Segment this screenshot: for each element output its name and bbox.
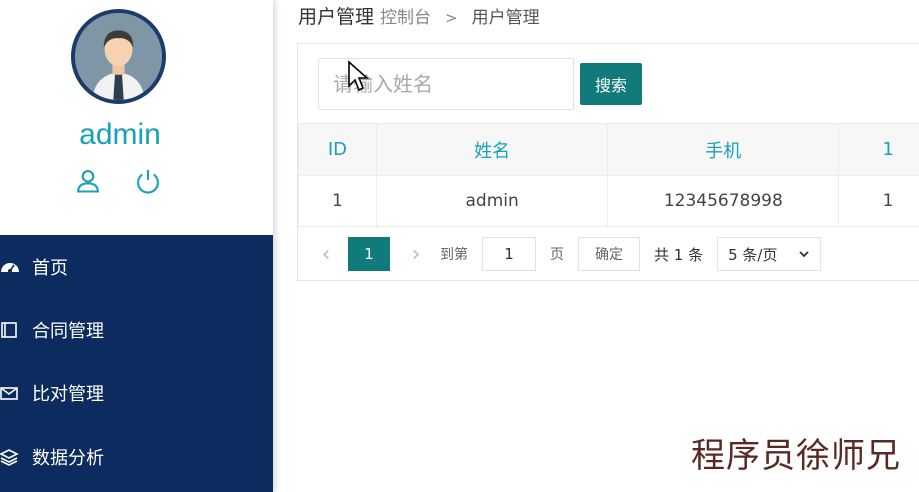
column-header-id[interactable]: ID [298,123,377,176]
avatar[interactable] [71,9,166,104]
main-content: 用户管理 控制台 > 用户管理 搜索 ID 姓名 手机 1 1 admin 12… [273,0,919,492]
mouse-cursor-icon [348,60,369,92]
goto-confirm-button[interactable]: 确定 [578,237,640,271]
next-page-button[interactable]: › [408,242,424,267]
page-size-select[interactable]: 5 条/页 [717,237,822,271]
sidebar-item-analytics[interactable]: 数据分析 [0,437,273,477]
power-icon[interactable] [134,167,162,195]
chevron-down-icon [799,251,809,258]
breadcrumb-current: 用户管理 [471,8,540,28]
page-size-value: 5 条/页 [728,245,778,264]
cell-name: admin [375,175,609,227]
sidebar-item-label: 比对管理 [32,384,104,405]
dashboard-icon [0,257,20,277]
breadcrumb-link-console[interactable]: 控制台 [380,3,431,28]
column-header-phone[interactable]: 手机 [607,123,840,176]
user-actions [74,167,164,197]
sidebar-item-label: 数据分析 [32,448,104,469]
column-header-more[interactable]: 1 [838,123,919,176]
cell-id: 1 [298,175,377,227]
goto-label: 到第 [440,247,468,263]
current-page-button[interactable]: 1 [348,237,390,271]
page-title: 用户管理 [298,6,375,28]
total-count: 共 1 条 [654,245,704,264]
sidebar: admin 首页 合同管理 比对管理 数据分析 [0,0,273,492]
sidebar-item-label: 首页 [32,258,68,279]
sidebar-menu: 首页 合同管理 比对管理 数据分析 [0,235,273,492]
table-header-row: ID 姓名 手机 1 [298,123,919,176]
user-icon[interactable] [74,167,102,195]
book-icon [0,320,20,340]
user-table: ID 姓名 手机 1 1 admin 12345678998 1 [298,123,919,227]
breadcrumb: 用户管理 控制台 > 用户管理 [298,2,540,30]
goto-page-input[interactable] [482,237,536,271]
layers-icon [0,447,20,467]
sidebar-item-label: 合同管理 [32,321,104,342]
sidebar-item-home[interactable]: 首页 [0,247,273,287]
prev-page-button[interactable]: ‹ [318,242,334,267]
search-button[interactable]: 搜索 [580,63,642,105]
username: admin [79,118,161,151]
cell-phone: 12345678998 [607,175,840,227]
table-row[interactable]: 1 admin 12345678998 1 [298,175,919,227]
breadcrumb-separator: > [445,9,458,27]
sidebar-item-compare[interactable]: 比对管理 [0,373,273,413]
user-panel: 搜索 ID 姓名 手机 1 1 admin 12345678998 1 [297,43,919,281]
mail-icon [0,383,20,403]
sidebar-item-contracts[interactable]: 合同管理 [0,310,273,350]
watermark: 程序员徐师兄 [691,436,901,476]
pagination: ‹ 1 › 到第 页 确定 共 1 条 5 条/页 [318,236,822,272]
avatar-image [75,13,162,100]
page-unit-label: 页 [550,247,564,263]
cell-more: 1 [838,175,919,227]
column-header-name[interactable]: 姓名 [375,123,609,176]
